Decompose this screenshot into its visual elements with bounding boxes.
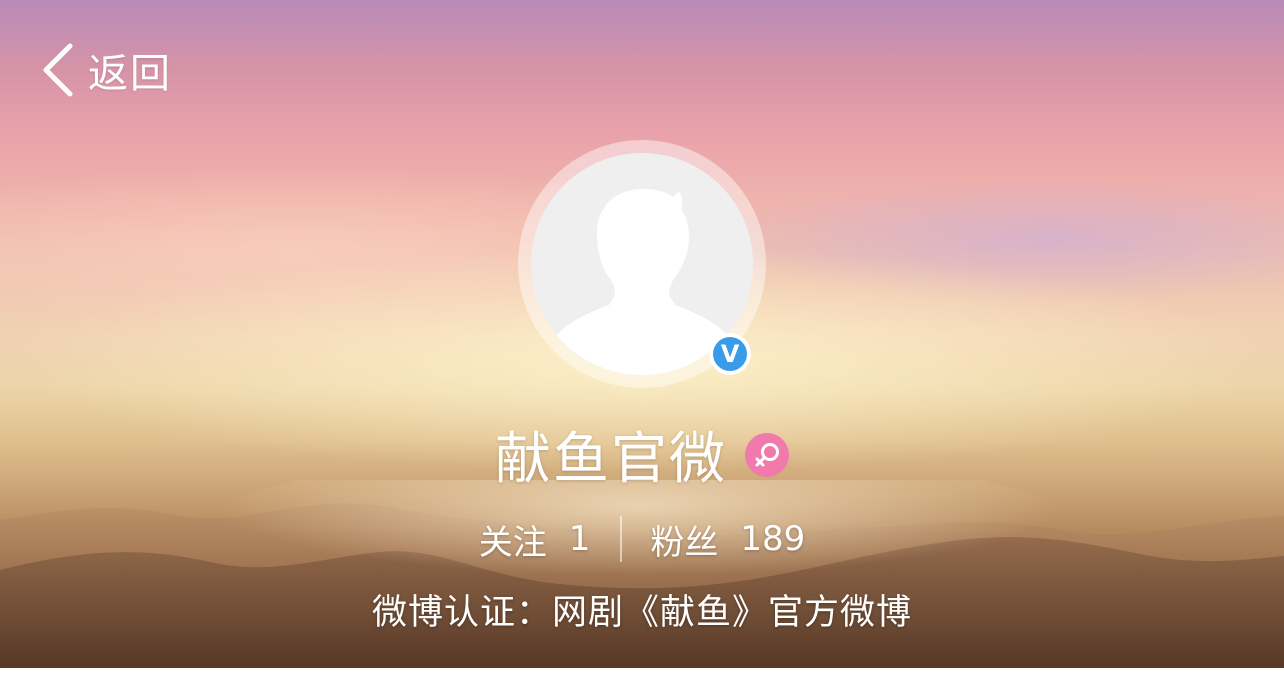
- back-label: 返回: [88, 51, 172, 97]
- verified-icon: V: [713, 337, 747, 371]
- verified-badge: V: [709, 333, 751, 375]
- mountain-silhouette: [0, 480, 1284, 668]
- following-count: 1: [568, 519, 591, 559]
- followers-label: 粉丝: [650, 522, 719, 563]
- female-icon: [745, 432, 789, 477]
- back-button[interactable]: 返回: [40, 40, 172, 100]
- username: 献鱼官微: [495, 427, 727, 492]
- verification-info: 微博认证：网剧《献鱼》官方微博: [371, 593, 912, 633]
- followers-stat[interactable]: 粉丝 189: [650, 515, 805, 564]
- name-row: 献鱼官微: [0, 414, 1284, 495]
- followers-count: 189: [740, 519, 806, 559]
- profile-screen: 返回 V 献鱼官微 关注 1 粉丝 189 微博认证：网剧《献鱼》官方微博: [0, 0, 1284, 674]
- top-bar: 返回: [0, 0, 1284, 140]
- stat-divider: [620, 516, 623, 562]
- following-label: 关注: [478, 522, 547, 563]
- stats-row: 关注 1 粉丝 189: [0, 512, 1284, 566]
- chevron-left-icon: [43, 43, 73, 97]
- following-stat[interactable]: 关注 1: [479, 515, 591, 564]
